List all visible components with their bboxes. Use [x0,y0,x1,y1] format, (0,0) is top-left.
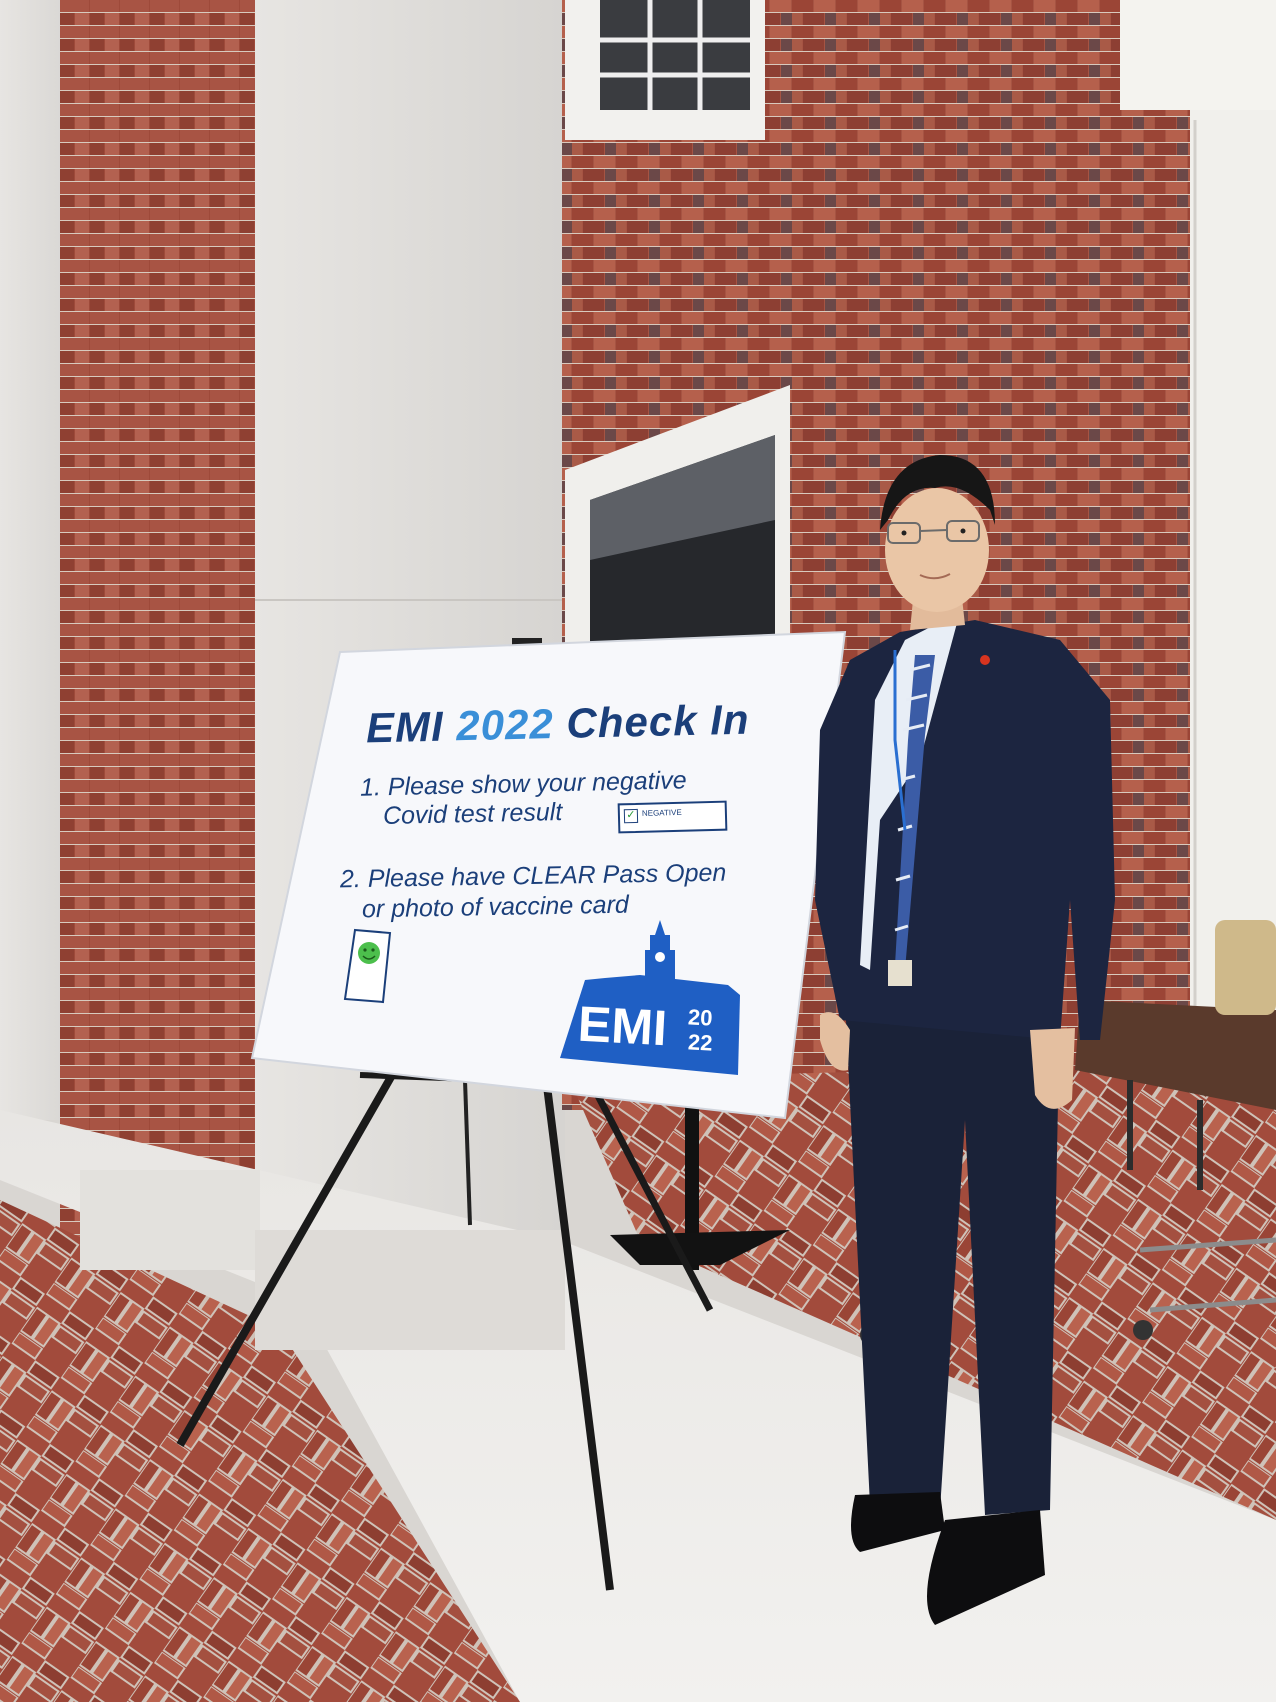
title-prefix: EMI [365,702,457,752]
negative-test-box: ✓ NEGATIVE [617,800,728,834]
scene-illustration [0,0,1276,1702]
photo-scene: EMI 2022 Check In 1. Please show your ne… [0,0,1276,1702]
sign-title: EMI 2022 Check In [366,696,751,753]
logo-year-top: 20 [687,1004,714,1031]
negative-label: NEGATIVE [641,807,682,818]
logo-year-bottom: 22 [687,1029,714,1056]
step1-line2: Covid test result [382,797,563,831]
step2-line2: or photo of vaccine card [361,890,630,924]
checkmark-icon: ✓ [623,808,639,824]
title-suffix: Check In [553,695,750,748]
logo-word: EMI [576,995,669,1057]
title-year: 2022 [455,700,555,750]
